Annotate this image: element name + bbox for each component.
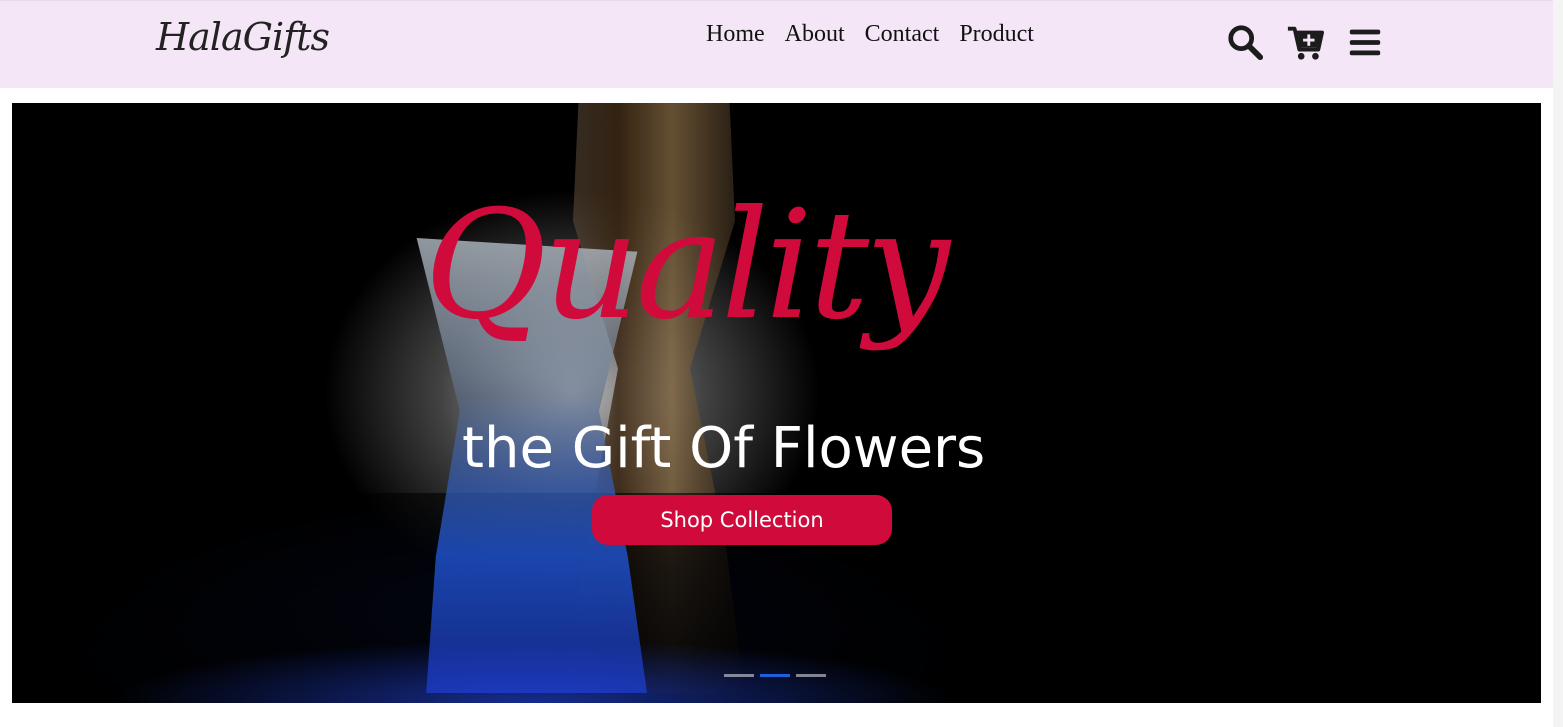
carousel-indicators — [724, 674, 826, 677]
carousel-indicator-1[interactable] — [724, 674, 754, 677]
brand-logo[interactable]: HalaGifts — [156, 15, 330, 59]
hero-carousel: Quality the Gift Of Flowers Shop Collect… — [12, 103, 1541, 703]
carousel-indicator-2[interactable] — [760, 674, 790, 677]
nav-link-product[interactable]: Product — [959, 21, 1034, 48]
nav-link-about[interactable]: About — [785, 21, 845, 48]
navbar: HalaGifts Home About Contact Product — [0, 0, 1553, 88]
hero-subtitle: the Gift Of Flowers — [462, 416, 986, 481]
menu-icon[interactable] — [1346, 23, 1384, 61]
cart-plus-icon[interactable] — [1286, 23, 1324, 61]
blue-flame — [12, 573, 1541, 703]
shop-collection-button[interactable]: Shop Collection — [592, 495, 892, 545]
search-icon[interactable] — [1226, 23, 1264, 61]
nav-link-contact[interactable]: Contact — [865, 21, 940, 48]
carousel-indicator-3[interactable] — [796, 674, 826, 677]
nav-link-home[interactable]: Home — [706, 21, 765, 48]
nav-icons — [1226, 23, 1384, 61]
nav-links: Home About Contact Product — [706, 21, 1034, 48]
hero-title: Quality — [424, 179, 950, 353]
page-scrollbar[interactable] — [1553, 0, 1563, 727]
